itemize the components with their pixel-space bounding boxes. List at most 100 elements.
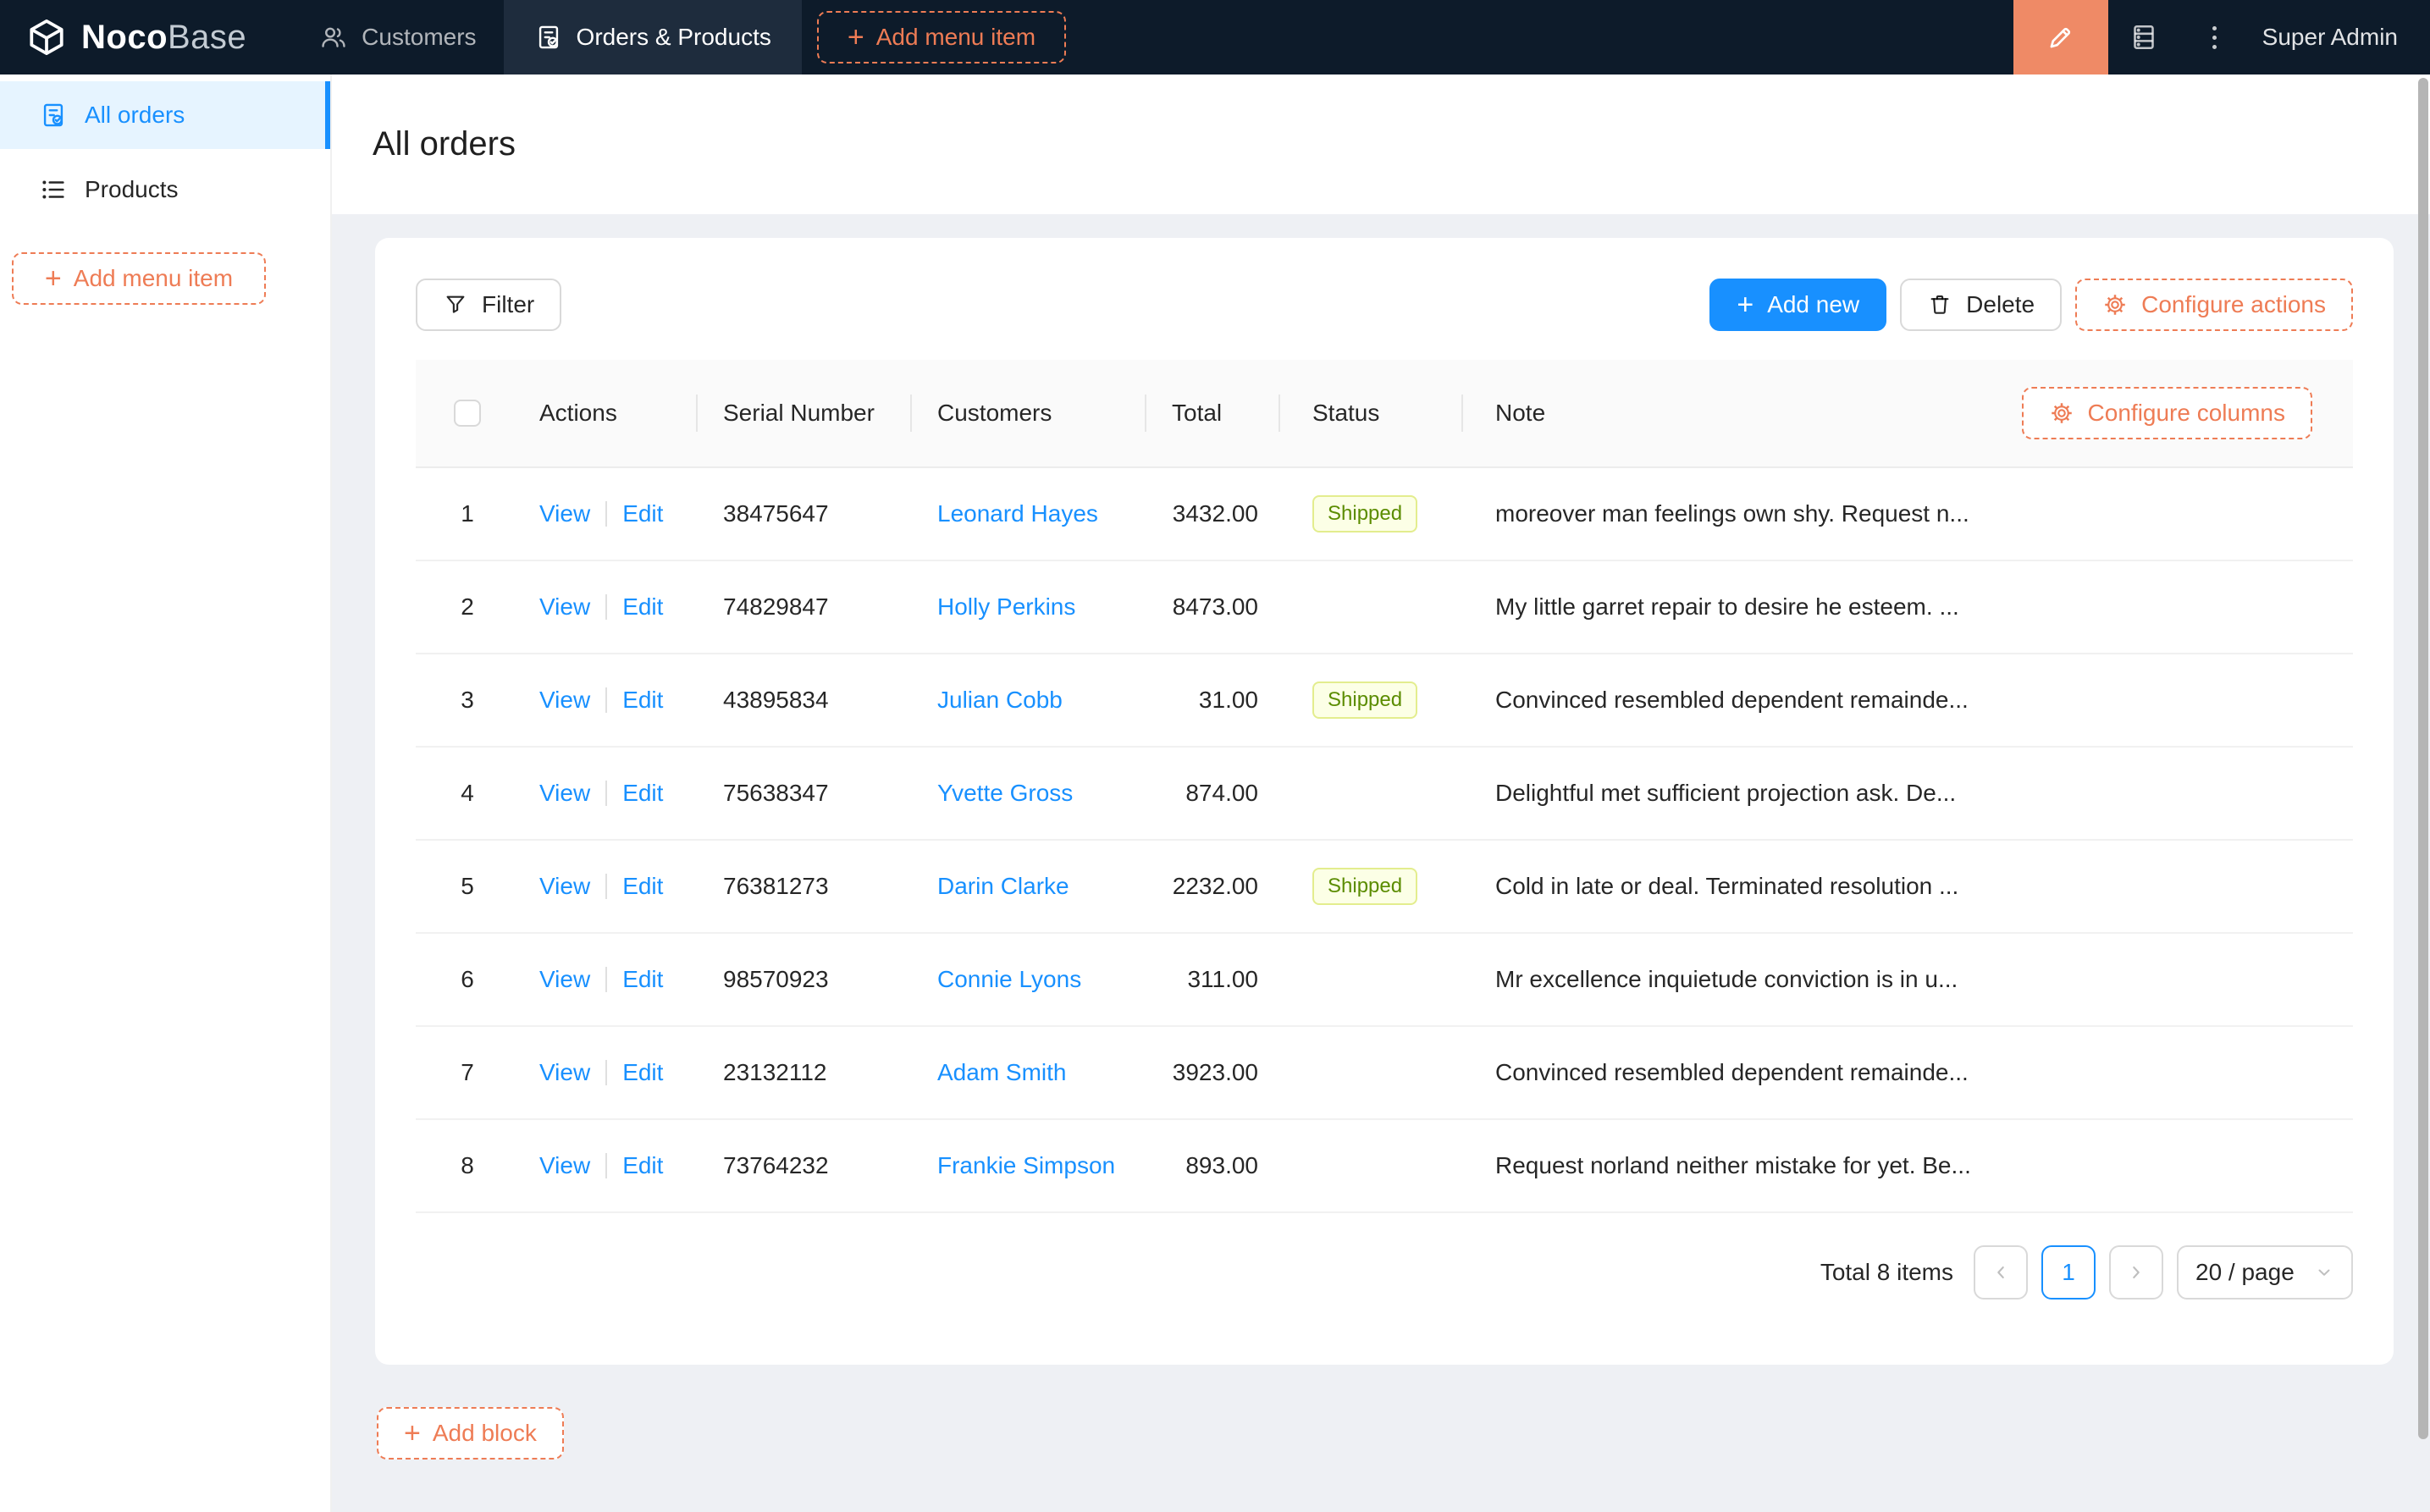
view-link[interactable]: View	[539, 873, 590, 900]
note-cell: Cold in late or deal. Terminated resolut…	[1461, 841, 2353, 932]
sidebar-item-products[interactable]: Products	[0, 156, 330, 223]
add-new-button[interactable]: + Add new	[1709, 279, 1887, 331]
customer-cell: Frankie Simpson	[910, 1120, 1145, 1211]
row-actions-cell: View Edit	[519, 561, 696, 653]
edit-link[interactable]: Edit	[622, 687, 663, 714]
add-menu-item-label: Add menu item	[73, 265, 234, 291]
column-header-status: Status	[1279, 360, 1461, 466]
row-actions-cell: View Edit	[519, 748, 696, 839]
toolbar-right-actions: + Add new Delete Configure actions	[1709, 279, 2353, 331]
row-actions-cell: View Edit	[519, 654, 696, 746]
row-actions-cell: View Edit	[519, 934, 696, 1025]
note-cell: Mr excellence inquietude conviction is i…	[1461, 934, 2353, 1025]
more-menu-button[interactable]	[2179, 0, 2251, 74]
customer-link[interactable]: Darin Clarke	[937, 873, 1069, 900]
filter-button[interactable]: Filter	[416, 279, 562, 331]
customer-cell: Adam Smith	[910, 1027, 1145, 1118]
next-page-button[interactable]	[2109, 1245, 2163, 1300]
edit-link[interactable]: Edit	[622, 593, 663, 621]
configure-actions-button[interactable]: Configure actions	[2075, 279, 2353, 331]
menu-item-orders-products[interactable]: Orders & Products	[503, 0, 802, 74]
note-text: Delightful met sufficient projection ask…	[1495, 780, 1957, 806]
customer-link[interactable]: Yvette Gross	[937, 780, 1073, 807]
gear-icon	[2051, 403, 2072, 423]
view-link[interactable]: View	[539, 966, 590, 993]
plugin-manager-button[interactable]	[2108, 0, 2179, 74]
actions-divider	[605, 874, 608, 899]
view-link[interactable]: View	[539, 1152, 590, 1179]
edit-link[interactable]: Edit	[622, 966, 663, 993]
gear-icon	[2105, 295, 2125, 315]
table-header-row: Actions Serial Number Customers Total St…	[416, 360, 2353, 468]
note-cell: My little garret repair to desire he est…	[1461, 561, 2353, 653]
customer-link[interactable]: Julian Cobb	[937, 687, 1063, 714]
customer-link[interactable]: Frankie Simpson	[937, 1152, 1115, 1179]
edit-link[interactable]: Edit	[622, 500, 663, 527]
edit-link[interactable]: Edit	[622, 873, 663, 900]
customer-link[interactable]: Leonard Hayes	[937, 500, 1098, 527]
view-link[interactable]: View	[539, 780, 590, 807]
file-check-icon	[43, 103, 64, 127]
page-size-value: 20 / page	[2195, 1259, 2295, 1285]
ui-editor-button[interactable]	[2013, 0, 2108, 74]
page-number-button[interactable]: 1	[2041, 1245, 2096, 1300]
sidebar-item-all-orders[interactable]: All orders	[0, 81, 330, 149]
user-menu[interactable]: Super Admin	[2262, 24, 2398, 51]
main-menu: Customers Orders & Products + Add menu i…	[292, 0, 1067, 74]
select-all-checkbox[interactable]	[454, 400, 481, 427]
delete-button[interactable]: Delete	[1900, 279, 2063, 331]
chevron-left-icon	[1997, 1266, 2004, 1279]
row-index: 2	[461, 593, 474, 620]
table-toolbar: Filter + Add new Delete Configure action…	[416, 279, 2353, 331]
actions-divider	[605, 501, 608, 527]
customer-link[interactable]: Holly Perkins	[937, 593, 1075, 621]
row-actions-cell: View Edit	[519, 1120, 696, 1211]
customer-cell: Darin Clarke	[910, 841, 1145, 932]
configure-columns-button[interactable]: Configure columns	[2021, 387, 2312, 439]
actions-divider	[605, 594, 608, 620]
table-row: 1 View Edit 38475647 Leonard Hayes 3432.…	[416, 468, 2353, 561]
menu-item-customers[interactable]: Customers	[292, 0, 503, 74]
table-row: 4 View Edit 75638347 Yvette Gross 874.00…	[416, 748, 2353, 841]
table-row: 3 View Edit 43895834 Julian Cobb 31.00 S…	[416, 654, 2353, 748]
kebab-icon	[2212, 25, 2217, 49]
view-link[interactable]: View	[539, 1059, 590, 1086]
note-cell: Delightful met sufficient projection ask…	[1461, 748, 2353, 839]
status-cell	[1279, 561, 1461, 653]
nocobase-logo[interactable]: Noco Base	[0, 0, 246, 74]
customer-link[interactable]: Connie Lyons	[937, 966, 1081, 993]
row-actions-cell: View Edit	[519, 841, 696, 932]
add-menu-item-button-sidebar[interactable]: + Add menu item	[12, 252, 266, 305]
edit-link[interactable]: Edit	[622, 780, 663, 807]
add-menu-item-button-navbar[interactable]: + Add menu item	[816, 11, 1067, 63]
actions-divider	[605, 967, 608, 992]
table-row: 2 View Edit 74829847 Holly Perkins 8473.…	[416, 561, 2353, 654]
top-navbar: Noco Base Customers Orders & Products + A…	[0, 0, 2430, 74]
pagination-total: Total 8 items	[1820, 1259, 1953, 1285]
edit-link[interactable]: Edit	[622, 1059, 663, 1086]
serial-number-cell: 75638347	[723, 780, 829, 806]
sidebar-item-label: Products	[85, 176, 179, 202]
file-check-icon	[538, 25, 558, 49]
status-cell: Shipped	[1279, 654, 1461, 746]
status-cell	[1279, 934, 1461, 1025]
view-link[interactable]: View	[539, 500, 590, 527]
page-size-select[interactable]: 20 / page	[2177, 1245, 2353, 1300]
add-block-button[interactable]: + Add block	[377, 1407, 564, 1460]
filter-label: Filter	[482, 291, 535, 317]
team-icon	[322, 27, 345, 47]
edit-link[interactable]: Edit	[622, 1152, 663, 1179]
page-header: All orders	[332, 74, 2430, 214]
row-index: 8	[461, 1152, 474, 1178]
view-link[interactable]: View	[539, 687, 590, 714]
note-text: Convinced resembled dependent remainde..…	[1495, 1059, 1969, 1085]
view-link[interactable]: View	[539, 593, 590, 621]
column-header-serial-number: Serial Number	[696, 360, 910, 466]
total-cell: 3432.00	[1172, 500, 1258, 527]
customer-link[interactable]: Adam Smith	[937, 1059, 1067, 1086]
status-tag: Shipped	[1312, 868, 1418, 905]
previous-page-button[interactable]	[1974, 1245, 2028, 1300]
filter-icon	[446, 295, 465, 313]
scrollbar-thumb[interactable]	[2418, 78, 2428, 1439]
actions-divider	[605, 781, 608, 806]
